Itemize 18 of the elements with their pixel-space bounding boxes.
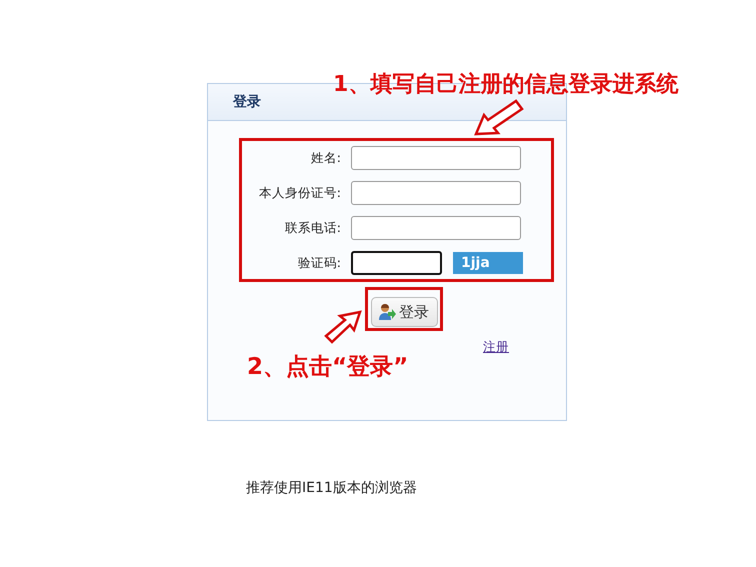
annotation-text: 2、点击“登录” — [247, 353, 408, 382]
login-button[interactable]: 登录 — [371, 297, 438, 327]
annotation-text: 1、填写自己注册的信息登录进系统 — [333, 71, 678, 99]
field-label: 本人身份证号: — [258, 184, 341, 202]
field-label: 姓名: — [310, 148, 341, 167]
text-field[interactable] — [351, 181, 521, 205]
panel-title: 登录 — [233, 94, 261, 110]
register-link[interactable]: 注册 — [483, 338, 509, 357]
arrow-icon — [324, 310, 362, 344]
person-icon — [378, 303, 396, 321]
captcha-field[interactable] — [351, 251, 442, 275]
browser-note: 推荐使用IE11版本的浏览器 — [246, 479, 417, 498]
captcha-image: 1jja — [453, 252, 523, 274]
arrow-icon — [474, 99, 524, 136]
text-field[interactable] — [351, 146, 521, 170]
field-label: 联系电话: — [284, 218, 341, 237]
text-field[interactable] — [351, 216, 521, 240]
field-label: 验证码: — [296, 254, 341, 272]
